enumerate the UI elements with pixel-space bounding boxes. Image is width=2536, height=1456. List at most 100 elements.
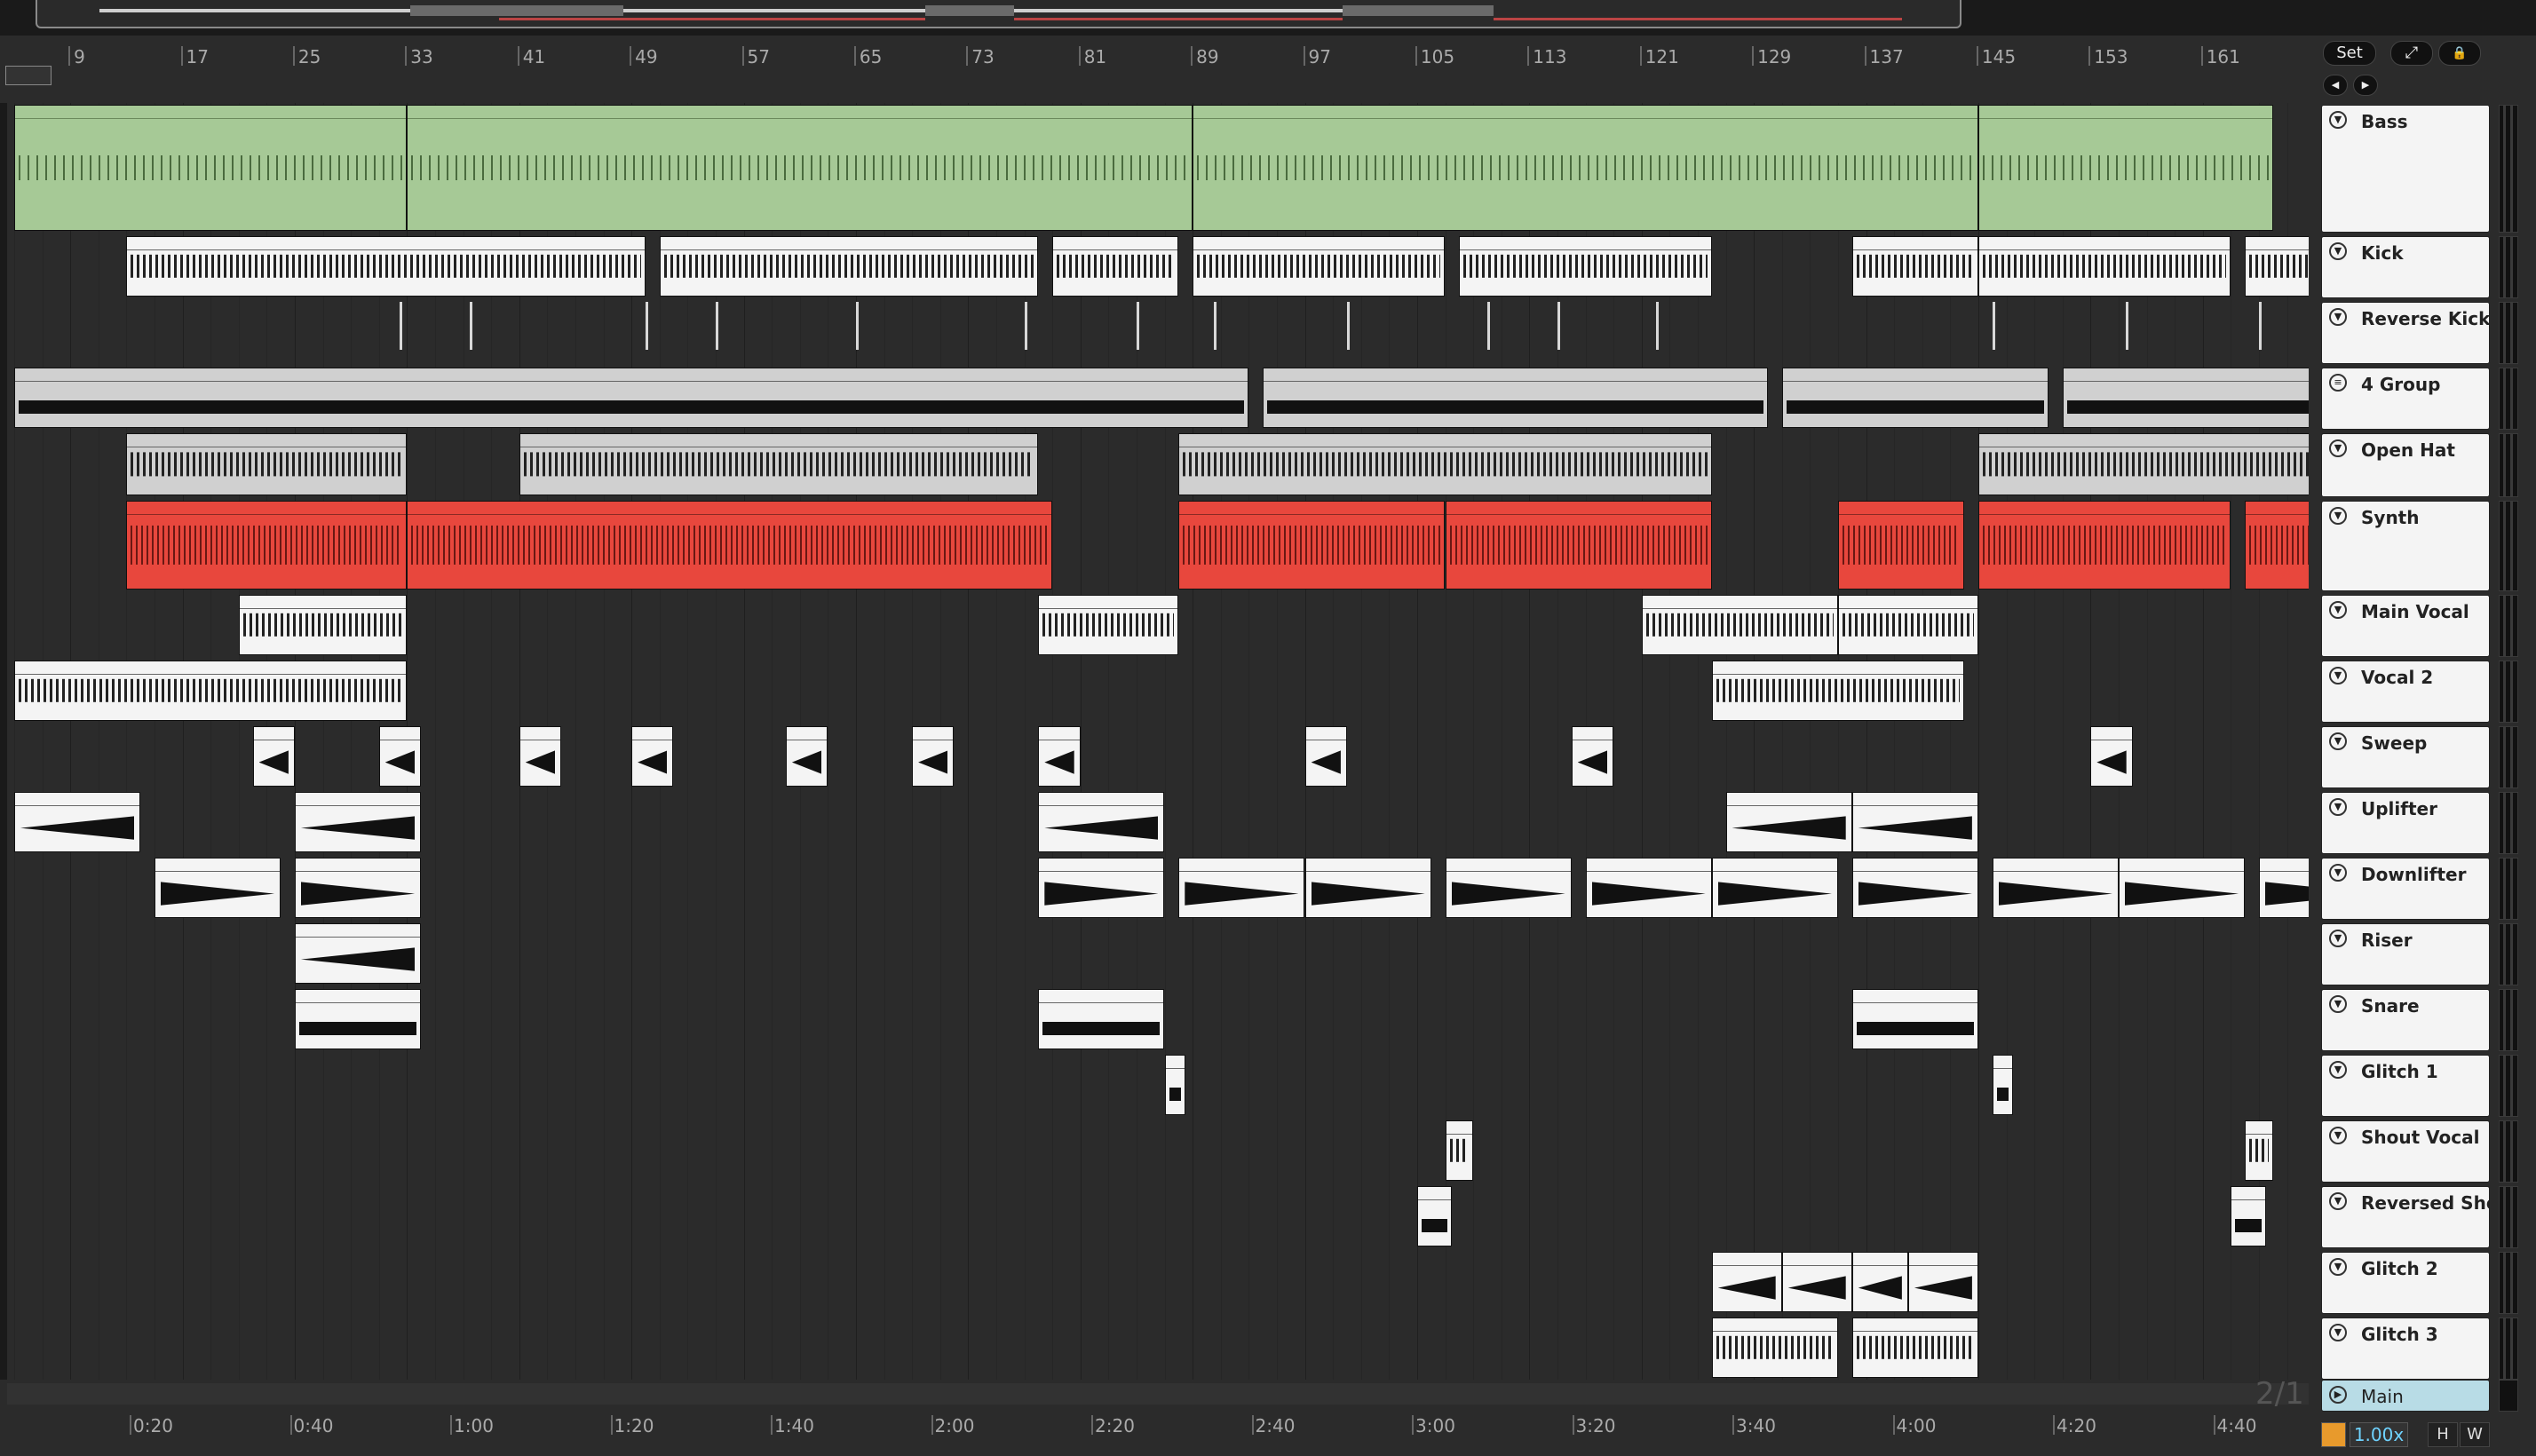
- track-header-vocal-2[interactable]: ▼ Vocal 2: [2321, 661, 2490, 723]
- clip-header[interactable]: [1726, 793, 1851, 806]
- clip-4-group[interactable]: [1781, 368, 2049, 428]
- fold-toggle-icon[interactable]: ≡: [2329, 374, 2347, 392]
- track-header-downlifter[interactable]: ▼ Downlifter: [2321, 858, 2490, 920]
- clip-header[interactable]: [2259, 859, 2309, 872]
- clip-downlifter[interactable]: [2118, 858, 2246, 918]
- clip-header[interactable]: [1165, 1056, 1185, 1069]
- clip-downlifter[interactable]: [1178, 858, 1305, 918]
- track-header-glitch-3[interactable]: ▼ Glitch 3: [2321, 1318, 2490, 1380]
- clip-glitch-1[interactable]: [1164, 1055, 1186, 1115]
- clip-kick[interactable]: [126, 236, 646, 297]
- clip-header[interactable]: [14, 661, 407, 675]
- clip-kick[interactable]: [1977, 236, 2231, 297]
- clip-downlifter[interactable]: [1585, 858, 1712, 918]
- fold-toggle-icon[interactable]: ▼: [2329, 242, 2347, 260]
- lane-sweep[interactable]: [7, 724, 2309, 792]
- clip-downlifter[interactable]: [294, 858, 422, 918]
- clip-reverse-kick-hit[interactable]: [1557, 302, 1560, 350]
- clip-downlifter[interactable]: [1992, 858, 2119, 918]
- clip-glitch-3[interactable]: [1711, 1318, 1838, 1378]
- track-header-glitch-1[interactable]: ▼ Glitch 1: [2321, 1055, 2490, 1117]
- clip-glitch-3[interactable]: [1851, 1318, 1978, 1378]
- clip-header[interactable]: [1838, 502, 1964, 515]
- clip-header[interactable]: [408, 106, 1193, 119]
- clip-header[interactable]: [1782, 368, 2048, 382]
- track-header-bass[interactable]: ▼ Bass: [2321, 105, 2490, 233]
- track-header-glitch-2[interactable]: ▼ Glitch 2: [2321, 1252, 2490, 1314]
- clip-reverse-kick-hit[interactable]: [1024, 302, 1027, 350]
- clip-header[interactable]: [913, 727, 954, 740]
- clip-header[interactable]: [127, 434, 407, 447]
- clip-synth[interactable]: [1178, 501, 1446, 590]
- clip-header[interactable]: [1712, 1318, 1837, 1332]
- clip-header[interactable]: [1978, 434, 2309, 447]
- arrangement-overview[interactable]: [36, 0, 1961, 28]
- clip-open-hat[interactable]: [1178, 433, 1712, 495]
- clip-header[interactable]: [1908, 1253, 1977, 1266]
- clip-uplifter[interactable]: [1038, 792, 1165, 852]
- clip-sweep[interactable]: [631, 726, 674, 787]
- clip-main-vocal[interactable]: [1038, 595, 1179, 655]
- fold-toggle-icon[interactable]: ▼: [2329, 667, 2347, 684]
- clip-header[interactable]: [1193, 237, 1445, 250]
- clip-header[interactable]: [1782, 1253, 1851, 1266]
- clip-header[interactable]: [1179, 434, 1711, 447]
- clip-sweep[interactable]: [785, 726, 828, 787]
- clip-glitch-2[interactable]: [1711, 1252, 1782, 1312]
- waveform-icon[interactable]: [2321, 1422, 2346, 1447]
- clip-shout-vocal[interactable]: [1445, 1120, 1474, 1181]
- clip-sweep[interactable]: [378, 726, 422, 787]
- clip-reverse-kick-hit[interactable]: [1992, 302, 1995, 350]
- clip-reversed-shou[interactable]: [1416, 1186, 1453, 1246]
- clip-header[interactable]: [1712, 1253, 1781, 1266]
- track-header-reverse-kick[interactable]: ▼ Reverse Kick: [2321, 302, 2490, 364]
- clip-header[interactable]: [1852, 237, 1977, 250]
- clip-uplifter[interactable]: [1725, 792, 1852, 852]
- track-header-uplifter[interactable]: ▼ Uplifter: [2321, 792, 2490, 854]
- clip-header[interactable]: [1039, 793, 1164, 806]
- fold-toggle-icon[interactable]: ▼: [2329, 308, 2347, 326]
- clip-glitch-1[interactable]: [1992, 1055, 2014, 1115]
- clip-header[interactable]: [2246, 502, 2309, 515]
- clip-reverse-kick-hit[interactable]: [400, 302, 403, 350]
- fold-toggle-icon[interactable]: ▼: [2329, 864, 2347, 882]
- clip-header[interactable]: [1039, 859, 1164, 872]
- clip-sweep[interactable]: [1571, 726, 1614, 787]
- clip-header[interactable]: [2091, 727, 2132, 740]
- clip-header[interactable]: [519, 434, 1038, 447]
- clip-kick[interactable]: [1459, 236, 1712, 297]
- clip-bass[interactable]: [407, 105, 1193, 231]
- clip-vocal-2[interactable]: [13, 661, 408, 721]
- clip-synth[interactable]: [2245, 501, 2309, 590]
- clip-reverse-kick-hit[interactable]: [470, 302, 473, 350]
- clip-header[interactable]: [1586, 859, 1711, 872]
- fold-toggle-icon[interactable]: ▼: [2329, 732, 2347, 750]
- fold-toggle-icon[interactable]: ▼: [2329, 798, 2347, 816]
- clip-header[interactable]: [2246, 237, 2309, 250]
- clip-sweep[interactable]: [1304, 726, 1347, 787]
- clip-header[interactable]: [253, 727, 294, 740]
- time-ruler[interactable]: 0:20 0:40 1:00 1:20 1:40 2:00 2:20 2:40 3:00 3:20…: [0, 1380, 2309, 1456]
- clip-header[interactable]: [379, 727, 421, 740]
- clip-bass[interactable]: [1193, 105, 1978, 231]
- clip-header[interactable]: [1642, 596, 1837, 609]
- clip-header[interactable]: [660, 237, 1038, 250]
- clip-header[interactable]: [1712, 661, 1964, 675]
- grid-quantization[interactable]: 2/1: [2255, 1376, 2304, 1412]
- clip-header[interactable]: [295, 990, 421, 1003]
- clip-sweep[interactable]: [912, 726, 955, 787]
- clip-glitch-2[interactable]: [1851, 1252, 1908, 1312]
- clip-header[interactable]: [1039, 990, 1164, 1003]
- clip-synth[interactable]: [1445, 501, 1712, 590]
- clip-4-group[interactable]: [13, 368, 1249, 428]
- clip-header[interactable]: [1993, 1056, 2013, 1069]
- clip-header[interactable]: [1852, 793, 1977, 806]
- clip-synth[interactable]: [1837, 501, 1965, 590]
- loop-brace-handle[interactable]: [5, 66, 52, 85]
- clip-synth[interactable]: [407, 501, 1053, 590]
- clip-open-hat[interactable]: [519, 433, 1039, 495]
- fold-toggle-icon[interactable]: ▼: [2329, 1061, 2347, 1079]
- clip-glitch-2[interactable]: [1907, 1252, 1978, 1312]
- clip-header[interactable]: [2063, 368, 2309, 382]
- clip-header[interactable]: [1852, 1318, 1977, 1332]
